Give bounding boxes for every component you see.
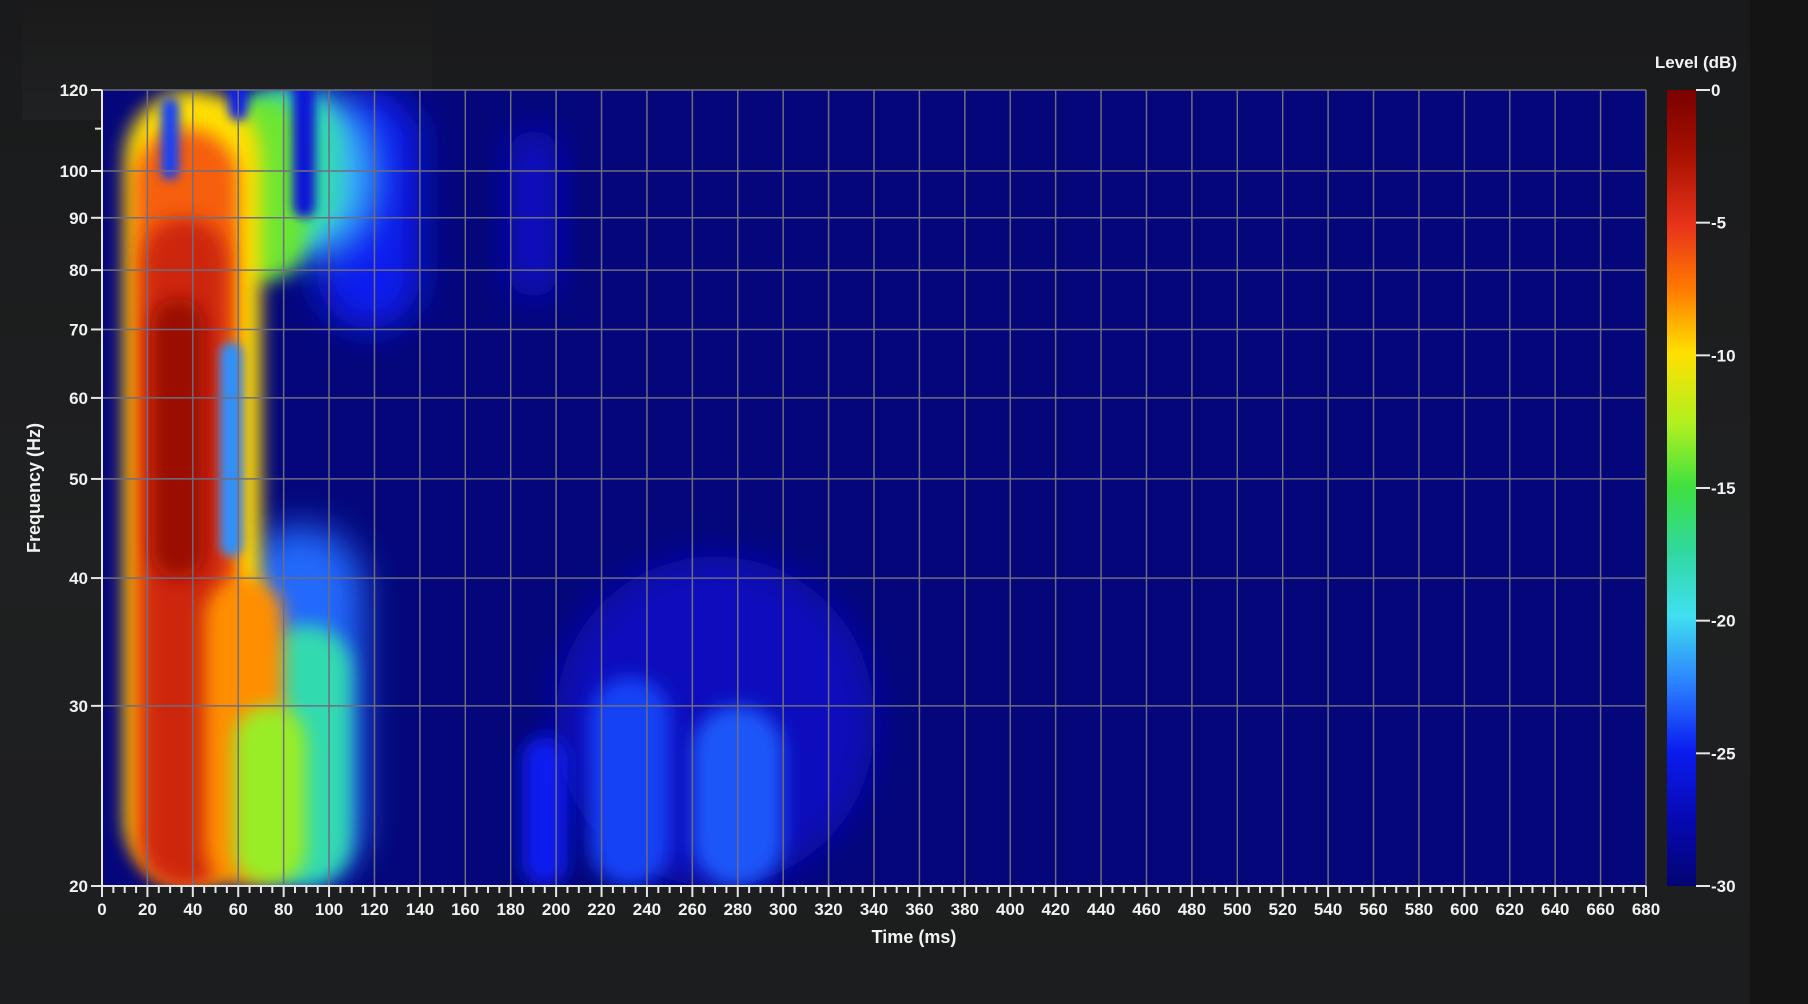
x-tick-label: 200 [542, 900, 570, 919]
x-tick-label: 120 [360, 900, 388, 919]
y-tick-label: 30 [69, 697, 88, 716]
heatmap-dip-90ms [292, 90, 316, 218]
y-tick-label: 100 [60, 162, 88, 181]
x-tick-label: 340 [860, 900, 888, 919]
x-tick-label: 320 [814, 900, 842, 919]
x-tick-label: 0 [97, 900, 106, 919]
x-tick-label: 180 [497, 900, 525, 919]
x-tick-label: 240 [633, 900, 661, 919]
y-tick-label: 80 [69, 261, 88, 280]
colorbar-tick-label: -15 [1711, 479, 1736, 498]
spectrogram-chart: 0 20 40 60 80 100 120 140 160 180 200 220 240 260 280 3… [24, 53, 1737, 947]
x-tick-label: 100 [315, 900, 343, 919]
colorbar-tick-label: 0 [1711, 81, 1720, 100]
x-tick-label: 260 [678, 900, 706, 919]
x-axis-title: Time (ms) [872, 927, 957, 947]
y-tick-label: 40 [69, 569, 88, 588]
colorbar-tick-label: -10 [1711, 346, 1736, 365]
x-tick-label: 520 [1269, 900, 1297, 919]
heatmap-cell-ridge-core [151, 298, 205, 579]
x-tick-label: 600 [1450, 900, 1478, 919]
heatmap-cell-180ms-upper [510, 128, 557, 299]
heatmap-dip-30ms [161, 97, 180, 180]
x-tick-label: 20 [138, 900, 157, 919]
colorbar-tick-label: -30 [1711, 877, 1736, 896]
y-tick-label: 50 [69, 470, 88, 489]
x-tick-label: 660 [1586, 900, 1614, 919]
colorbar-tick-label: -5 [1711, 214, 1726, 233]
colorbar-tick-label: -20 [1711, 612, 1736, 631]
x-tick-label: 140 [406, 900, 434, 919]
heatmap-cell-195ms [522, 736, 568, 886]
y-axis: 20 30 40 50 60 70 80 90 100 120 [60, 81, 103, 896]
x-tick-label: 420 [1041, 900, 1069, 919]
x-tick-label: 580 [1405, 900, 1433, 919]
x-tick-label: 60 [229, 900, 248, 919]
x-tick-label: 380 [951, 900, 979, 919]
x-tick-label: 640 [1541, 900, 1569, 919]
x-axis: 0 20 40 60 80 100 120 140 160 180 200 220 240 260 280 3… [97, 885, 1660, 919]
y-tick-label: 120 [60, 81, 88, 100]
x-tick-label: 680 [1632, 900, 1660, 919]
x-tick-label: 280 [724, 900, 752, 919]
y-axis-title: Frequency (Hz) [24, 423, 44, 553]
y-tick-label: 90 [69, 209, 88, 228]
x-tick-label: 560 [1359, 900, 1387, 919]
colorbar-ticks: 0 -5 -10 -15 -20 -25 -30 [1696, 81, 1736, 896]
x-tick-label: 500 [1223, 900, 1251, 919]
x-tick-label: 220 [587, 900, 615, 919]
x-tick-label: 440 [1087, 900, 1115, 919]
y-tick-label: 70 [69, 320, 88, 339]
x-tick-label: 300 [769, 900, 797, 919]
x-tick-label: 40 [183, 900, 202, 919]
colorbar-tick-label: -25 [1711, 744, 1736, 763]
x-tick-label: 540 [1314, 900, 1342, 919]
y-tick-label: 20 [69, 877, 88, 896]
heatmap-dip-55ms [220, 342, 243, 557]
x-tick-label: 80 [274, 900, 293, 919]
heatmap-cell-70ms-low [233, 705, 307, 886]
y-tick-label: 60 [69, 389, 88, 408]
x-tick-label: 480 [1178, 900, 1206, 919]
x-tick-label: 400 [996, 900, 1024, 919]
x-tick-label: 160 [451, 900, 479, 919]
x-tick-label: 620 [1496, 900, 1524, 919]
spectrogram-window: 0 20 40 60 80 100 120 140 160 180 200 220 240 260 280 3… [0, 0, 1808, 1004]
colorbar-title: Level (dB) [1655, 53, 1737, 72]
x-tick-label: 360 [905, 900, 933, 919]
colorbar [1667, 90, 1696, 886]
x-tick-label: 460 [1132, 900, 1160, 919]
